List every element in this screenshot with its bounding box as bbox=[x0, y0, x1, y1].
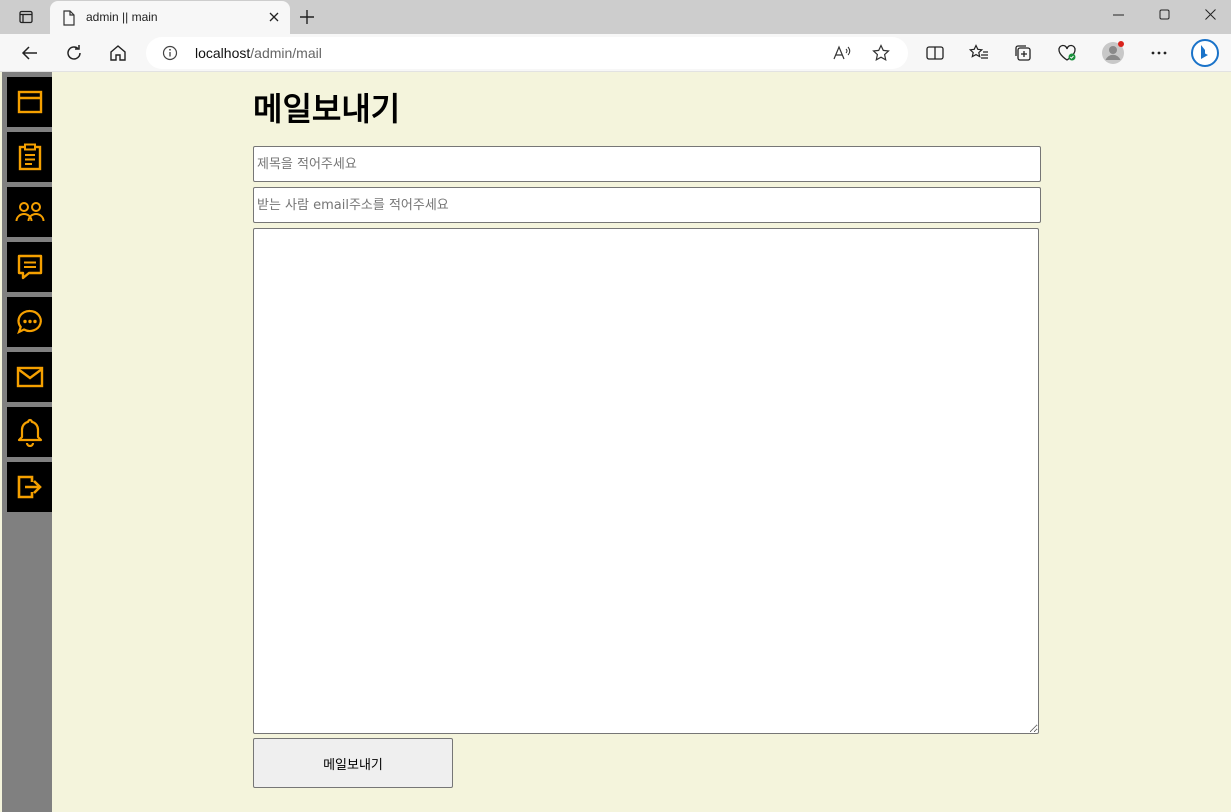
send-mail-button[interactable]: 메일보내기 bbox=[253, 738, 453, 788]
sidebar-item-mail[interactable] bbox=[7, 352, 52, 402]
logout-icon bbox=[17, 475, 42, 499]
page-icon bbox=[62, 10, 76, 30]
back-button[interactable] bbox=[16, 40, 44, 66]
mail-form: 메일보내기 메일보내기 bbox=[253, 72, 1043, 812]
subject-input[interactable] bbox=[253, 146, 1041, 182]
tab-actions-icon[interactable] bbox=[10, 7, 42, 27]
favorites-button[interactable] bbox=[965, 40, 993, 66]
sidebar-item-board[interactable] bbox=[7, 132, 52, 182]
close-window-button[interactable] bbox=[1187, 0, 1231, 28]
url-path: /admin/mail bbox=[250, 45, 322, 61]
more-options-button[interactable] bbox=[1145, 40, 1173, 66]
sidebar-item-users[interactable] bbox=[7, 187, 52, 237]
mail-icon bbox=[16, 366, 43, 388]
clipboard-icon bbox=[18, 143, 41, 171]
split-screen-button[interactable] bbox=[921, 40, 949, 66]
sidebar-item-chat[interactable] bbox=[7, 297, 52, 347]
sidebar-item-logout[interactable] bbox=[7, 462, 52, 512]
message-icon bbox=[17, 254, 42, 280]
tab-strip: admin || main bbox=[0, 0, 1231, 34]
window-icon bbox=[17, 90, 42, 114]
refresh-button[interactable] bbox=[60, 40, 88, 66]
favorite-star-icon[interactable] bbox=[870, 42, 892, 64]
url-host: localhost bbox=[195, 45, 251, 61]
address-bar[interactable]: localhost/admin/mail bbox=[146, 37, 908, 69]
sidebar-item-messages[interactable] bbox=[7, 242, 52, 292]
url-text[interactable]: localhost/admin/mail bbox=[195, 45, 322, 61]
new-tab-button[interactable] bbox=[296, 6, 318, 28]
bing-copilot-icon[interactable] bbox=[1190, 38, 1220, 68]
sidebar-item-dashboard[interactable] bbox=[7, 77, 52, 127]
browser-essentials-button[interactable] bbox=[1053, 40, 1081, 66]
sidebar bbox=[2, 72, 52, 812]
home-button[interactable] bbox=[104, 40, 132, 66]
browser-tab[interactable]: admin || main bbox=[50, 1, 290, 34]
close-tab-icon[interactable] bbox=[266, 9, 282, 25]
browser-toolbar: localhost/admin/mail bbox=[0, 34, 1231, 72]
read-aloud-icon[interactable] bbox=[831, 42, 853, 64]
info-icon[interactable] bbox=[162, 45, 178, 65]
tab-title: admin || main bbox=[86, 10, 158, 24]
profile-avatar[interactable] bbox=[1099, 40, 1127, 66]
recipient-email-input[interactable] bbox=[253, 187, 1041, 223]
collections-button[interactable] bbox=[1009, 40, 1037, 66]
chat-bubble-icon bbox=[16, 309, 42, 335]
minimize-button[interactable] bbox=[1095, 0, 1141, 28]
page-viewport: 메일보내기 메일보내기 bbox=[0, 72, 1231, 812]
sidebar-item-notifications[interactable] bbox=[7, 407, 52, 457]
users-icon bbox=[15, 202, 44, 222]
mail-body-textarea[interactable] bbox=[253, 228, 1039, 734]
page-title: 메일보내기 bbox=[253, 90, 401, 128]
maximize-button[interactable] bbox=[1141, 0, 1187, 28]
bell-icon bbox=[17, 418, 42, 447]
